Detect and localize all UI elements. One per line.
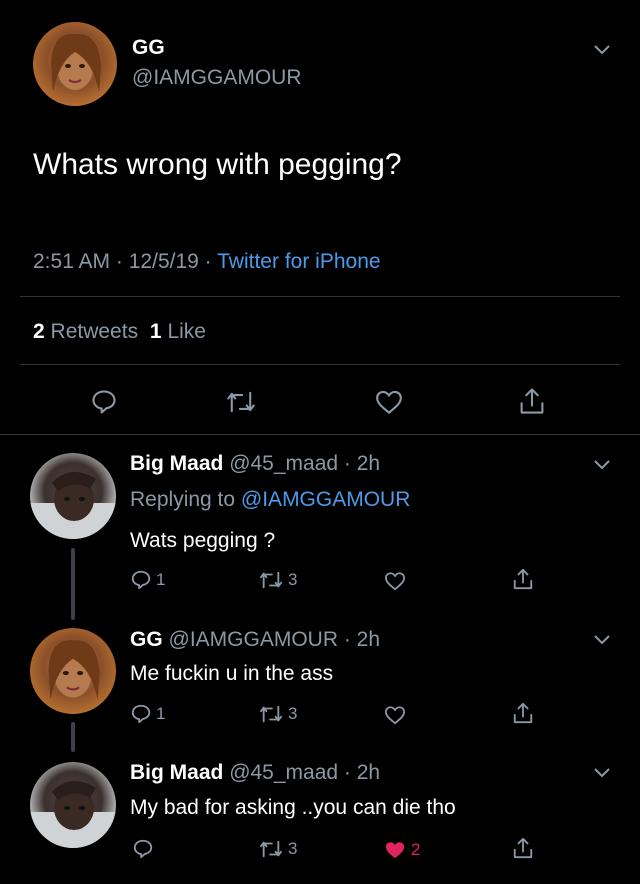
retweet-button[interactable]: 3 (258, 569, 297, 591)
avatar[interactable] (33, 22, 117, 106)
tweet-text: Whats wrong with pegging? (33, 148, 402, 181)
reply-header: Big Maad @45_maad · 2h (130, 761, 380, 785)
like-count: 2 (411, 840, 421, 859)
reply-button[interactable] (132, 838, 158, 860)
tweet-text: Me fuckin u in the ass (130, 662, 334, 685)
reply-button[interactable]: 1 (130, 703, 165, 725)
retweet-button[interactable]: 3 (258, 703, 297, 725)
like-icon (384, 572, 406, 591)
reply-icon (92, 390, 116, 414)
user-handle[interactable]: @IAMGGAMOUR (169, 628, 339, 651)
replying-to-label: Replying to (130, 488, 236, 511)
thread-line (71, 722, 75, 752)
likes-label: Like (167, 320, 206, 343)
like-button[interactable]: 2 (383, 840, 420, 860)
tweet-time: 2:51 AM (33, 250, 111, 273)
share-icon (513, 568, 533, 590)
retweets-count: 2 (33, 320, 45, 343)
share-icon (513, 837, 533, 859)
avatar[interactable] (30, 762, 116, 848)
share-button[interactable] (512, 701, 534, 725)
tweet-age: · 2h (343, 628, 381, 651)
retweet-icon (259, 705, 282, 723)
reply-header: GG @IAMGGAMOUR · 2h (130, 628, 380, 652)
likes-stat[interactable]: 1 Like (150, 320, 206, 343)
display-name[interactable]: Big Maad (130, 761, 223, 784)
retweets-stat[interactable]: 2 Retweets (33, 320, 144, 343)
like-button[interactable] (383, 571, 411, 591)
engagement-stats: 2 Retweets 1 Like (33, 320, 206, 344)
like-button[interactable] (383, 705, 411, 725)
share-icon (513, 702, 533, 724)
divider (0, 434, 640, 435)
divider (20, 364, 620, 365)
separator: · (204, 250, 212, 273)
retweet-button[interactable] (226, 388, 256, 416)
user-handle[interactable]: @IAMGGAMOUR (132, 66, 302, 90)
chevron-down-icon[interactable] (593, 767, 611, 779)
tweet-source-link[interactable]: Twitter for iPhone (217, 250, 380, 273)
tweet-age: · 2h (343, 452, 381, 475)
user-handle[interactable]: @45_maad (229, 452, 338, 475)
tweet-text: My bad for asking ..you can die tho (130, 796, 456, 819)
share-button[interactable] (512, 836, 534, 860)
reply-button[interactable]: 1 (130, 569, 165, 591)
avatar[interactable] (30, 453, 116, 539)
like-icon (384, 706, 406, 725)
reply-count: 1 (156, 570, 166, 589)
divider (20, 296, 620, 297)
likes-count: 1 (149, 320, 162, 343)
display-name[interactable]: GG (132, 36, 165, 60)
thread-line (71, 548, 75, 620)
chevron-down-icon[interactable] (593, 44, 611, 56)
retweet-count: 3 (288, 704, 298, 723)
reply-button[interactable] (90, 388, 118, 416)
like-button[interactable] (374, 389, 404, 415)
retweet-count: 3 (288, 839, 298, 858)
separator: · (115, 250, 123, 273)
retweet-icon (227, 391, 255, 413)
replying-to-handle[interactable]: @IAMGGAMOUR (241, 488, 411, 511)
retweet-count: 3 (288, 570, 298, 589)
reply-icon (131, 704, 151, 724)
tweet-timestamp: 2:51 AM · 12/5/19 · Twitter for iPhone (33, 250, 381, 274)
user-handle[interactable]: @45_maad (229, 761, 338, 784)
like-icon (385, 842, 405, 859)
chevron-down-icon[interactable] (593, 459, 611, 471)
share-button[interactable] (512, 567, 534, 591)
chevron-down-icon[interactable] (593, 634, 611, 646)
display-name[interactable]: GG (130, 628, 163, 651)
reply-header: Big Maad @45_maad · 2h (130, 452, 380, 476)
avatar[interactable] (30, 628, 116, 714)
reply-icon (131, 570, 151, 590)
retweet-icon (259, 840, 282, 858)
display-name[interactable]: Big Maad (130, 452, 223, 475)
like-icon (376, 390, 402, 415)
share-button[interactable] (518, 386, 546, 416)
retweets-label: Retweets (50, 320, 139, 343)
tweet-text: Wats pegging ? (130, 529, 276, 552)
reply-count: 1 (156, 704, 166, 723)
replying-to: Replying to @IAMGGAMOUR (130, 488, 410, 512)
share-icon (520, 388, 544, 414)
reply-icon (133, 839, 153, 859)
tweet-date: 12/5/19 (128, 250, 199, 273)
tweet-age: · 2h (343, 761, 381, 784)
retweet-icon (259, 571, 282, 589)
retweet-button[interactable]: 3 (258, 838, 297, 860)
